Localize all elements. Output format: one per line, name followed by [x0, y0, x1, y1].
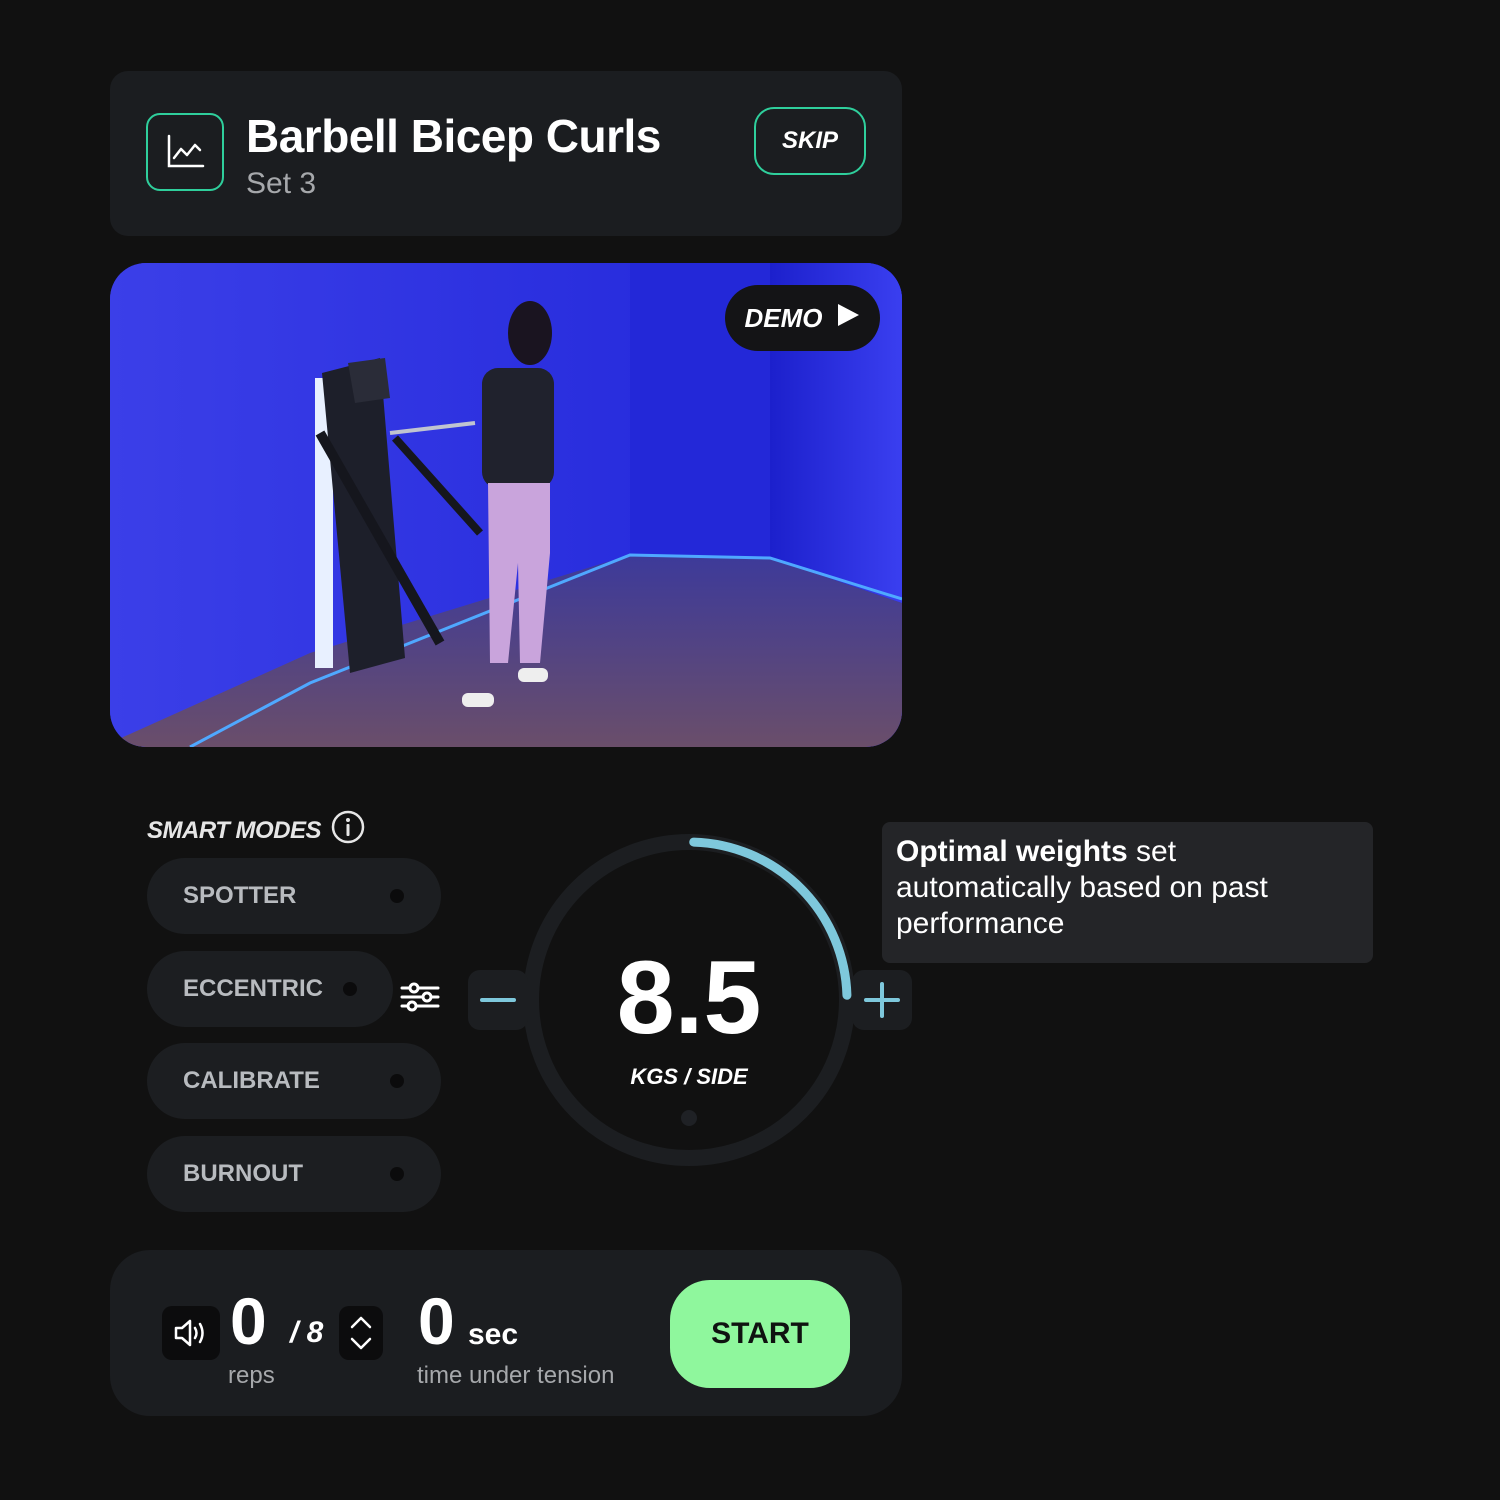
exercise-header: Barbell Bicep Curls Set 3 SKIP	[110, 71, 902, 236]
mode-toggle-dot	[390, 889, 404, 903]
chevron-up-down-icon[interactable]	[339, 1306, 383, 1360]
demo-video[interactable]: DEMO	[110, 263, 902, 747]
reps-total: / 8	[290, 1316, 324, 1349]
demo-button[interactable]: DEMO	[725, 285, 880, 351]
exercise-title: Barbell Bicep Curls	[246, 110, 661, 162]
info-icon[interactable]	[331, 810, 365, 851]
play-icon	[835, 302, 861, 335]
mode-toggle-dot	[390, 1074, 404, 1088]
smart-modes-heading: SMART MODES	[147, 810, 365, 851]
tension-value: 0	[418, 1284, 455, 1358]
skip-button[interactable]: SKIP	[754, 107, 866, 175]
plus-icon	[864, 982, 900, 1018]
sliders-icon[interactable]	[400, 980, 440, 1019]
start-button[interactable]: START	[670, 1280, 850, 1388]
reps-count: 0	[230, 1284, 267, 1358]
workout-control-bar: 0 / 8 reps 0 sec time under tension STAR…	[110, 1250, 902, 1416]
mode-eccentric[interactable]: ECCENTRIC	[147, 951, 393, 1027]
mode-label: BURNOUT	[183, 1160, 303, 1187]
minus-icon	[480, 998, 516, 1002]
mode-toggle-dot	[390, 1167, 404, 1181]
increase-weight-button[interactable]	[852, 970, 912, 1030]
smart-modes-label: SMART MODES	[147, 816, 322, 844]
reps-label: reps	[228, 1362, 275, 1389]
demo-label: DEMO	[744, 302, 823, 333]
mode-label: ECCENTRIC	[183, 975, 324, 1002]
weight-unit: KGS / SIDE	[630, 1064, 748, 1089]
weight-value: 8.5	[616, 940, 762, 1056]
mode-label: CALIBRATE	[183, 1067, 320, 1094]
tension-label: time under tension	[417, 1362, 615, 1389]
weights-tooltip: Optimal weights set automatically based …	[882, 822, 1373, 963]
speaker-icon[interactable]	[162, 1306, 220, 1360]
line-chart-icon[interactable]	[146, 113, 224, 191]
mode-calibrate[interactable]: CALIBRATE	[147, 1043, 441, 1119]
decrease-weight-button[interactable]	[468, 970, 528, 1030]
mode-spotter[interactable]: SPOTTER	[147, 858, 441, 934]
set-label: Set 3	[246, 167, 317, 200]
mode-label: SPOTTER	[183, 882, 297, 909]
tooltip-bold-text: Optimal weights	[896, 835, 1128, 868]
mode-toggle-dot	[343, 982, 357, 996]
mode-burnout[interactable]: BURNOUT	[147, 1136, 441, 1212]
tension-unit: sec	[468, 1318, 519, 1351]
